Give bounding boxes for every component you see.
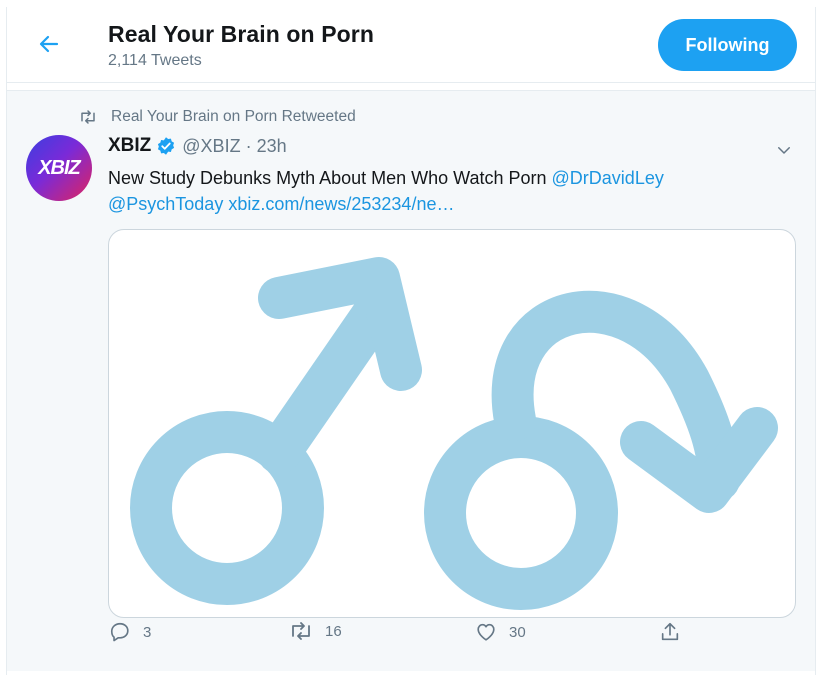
arrow-left-icon — [39, 35, 59, 53]
profile-header: Real Your Brain on Porn 2,114 Tweets Fol… — [7, 7, 815, 83]
like-button[interactable]: 30 — [475, 621, 526, 643]
timeline-column: Real Your Brain on Porn 2,114 Tweets Fol… — [6, 7, 816, 675]
chevron-down-icon — [778, 147, 790, 154]
like-count: 30 — [509, 623, 526, 641]
retweet-count: 16 — [325, 622, 342, 640]
url-link[interactable]: xbiz.com/news/253234/ne… — [228, 194, 454, 214]
tweet[interactable]: Real Your Brain on Porn Retweeted XBIZ X… — [7, 91, 815, 671]
following-button[interactable]: Following — [658, 19, 797, 71]
retweet-label[interactable]: Real Your Brain on Porn Retweeted — [111, 108, 356, 126]
verified-badge-icon — [156, 136, 176, 156]
retweet-icon — [81, 110, 95, 124]
tweet-time[interactable]: 23h — [257, 136, 287, 157]
retweet-context: Real Your Brain on Porn Retweeted — [79, 108, 356, 126]
tweet-text: New Study Debunks Myth About Men Who Wat… — [108, 165, 788, 217]
reply-count: 3 — [143, 623, 152, 641]
author-handle[interactable]: @XBIZ — [182, 136, 240, 157]
retweet-button[interactable]: 16 — [289, 621, 342, 641]
avatar-logo-text: XBIZ — [38, 156, 81, 179]
retweet-icon — [292, 622, 310, 640]
author-name[interactable]: XBIZ — [108, 135, 151, 157]
mention-link[interactable]: @PsychToday — [108, 194, 223, 214]
mention-link[interactable]: @DrDavidLey — [552, 168, 664, 188]
reply-button[interactable]: 3 — [109, 621, 151, 643]
share-button[interactable] — [659, 621, 681, 643]
tweet-body-text: New Study Debunks Myth About Men Who Wat… — [108, 168, 552, 188]
media-card[interactable] — [108, 229, 796, 618]
back-button[interactable] — [29, 27, 69, 61]
tweet-menu-button[interactable] — [775, 141, 793, 164]
heart-icon — [477, 623, 495, 641]
page-title: Real Your Brain on Porn — [108, 21, 374, 47]
separator-dot: · — [245, 135, 252, 156]
divider — [7, 83, 815, 91]
avatar[interactable]: XBIZ — [26, 135, 92, 201]
tweet-actions: 3 16 30 — [7, 621, 815, 665]
tweet-count: 2,114 Tweets — [108, 52, 202, 69]
reply-icon — [110, 622, 129, 642]
male-symbols-image — [130, 257, 778, 610]
tweet-header: XBIZ @XBIZ · 23h — [108, 135, 287, 157]
share-icon — [661, 622, 679, 641]
